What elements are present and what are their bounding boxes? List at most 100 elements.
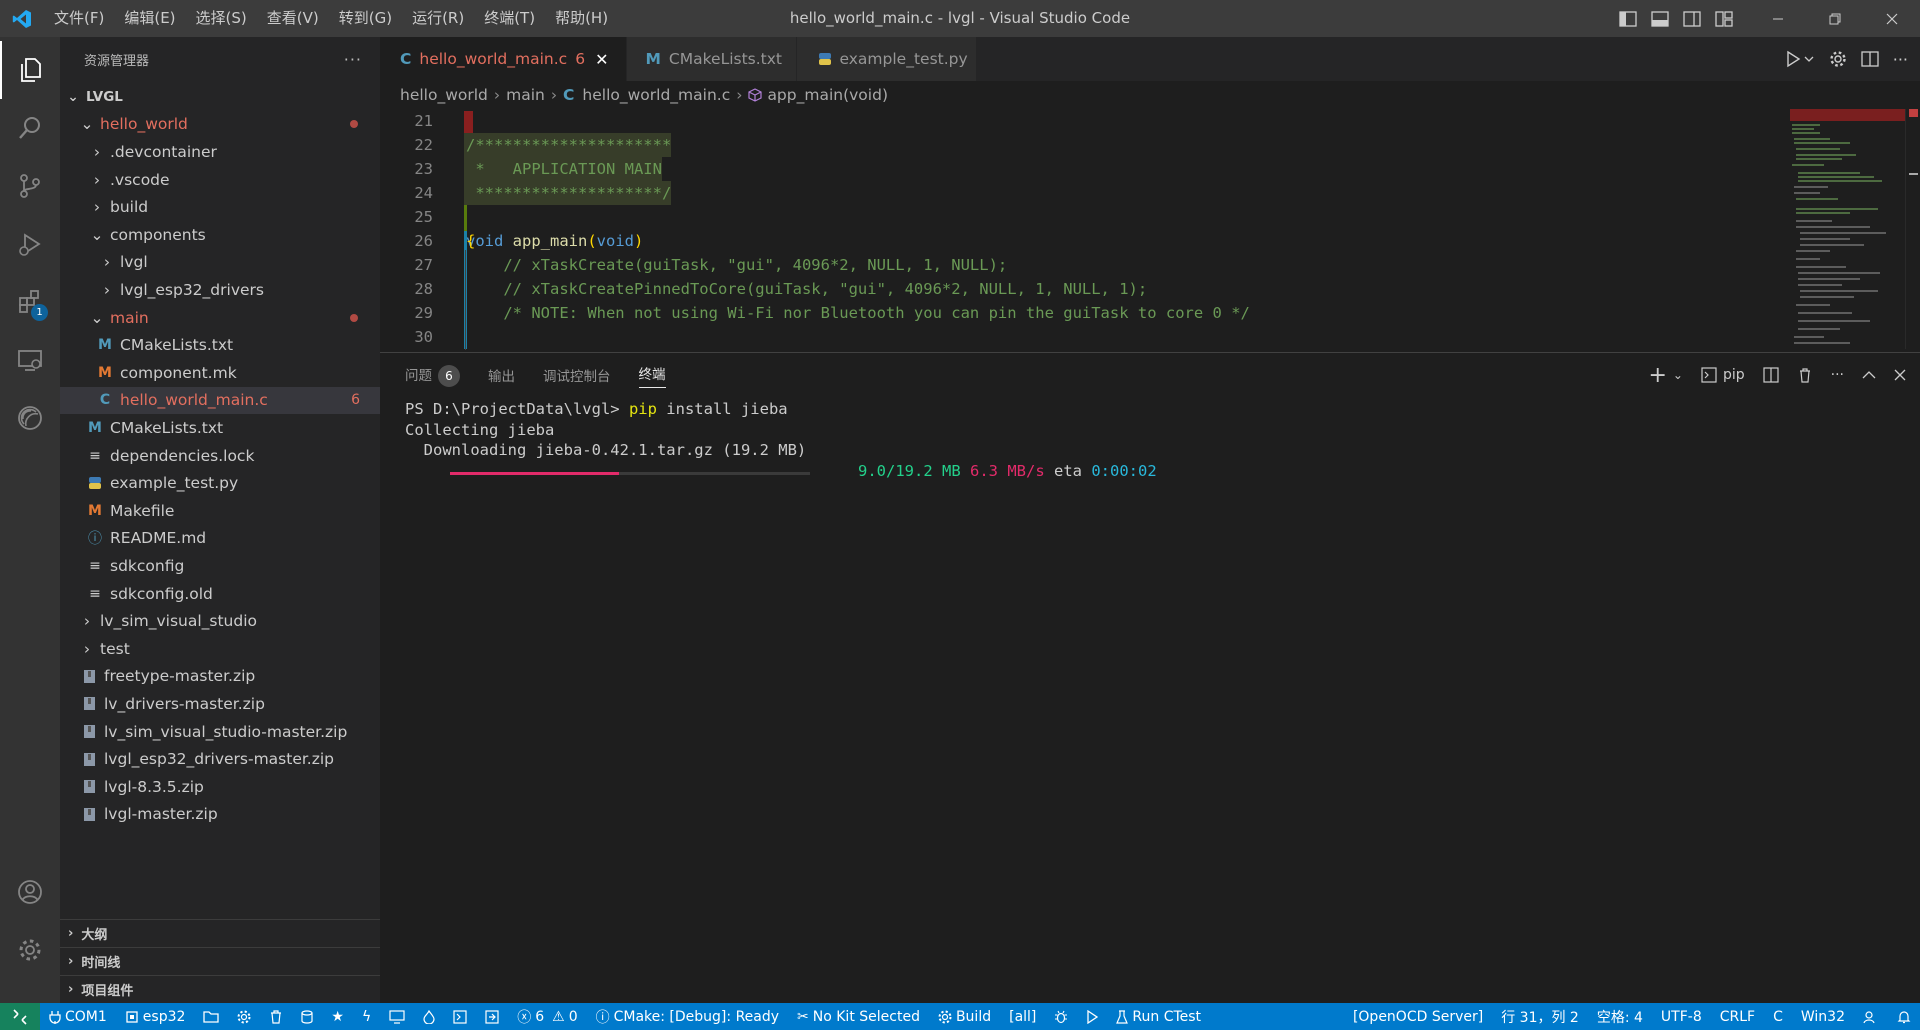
espressif-icon[interactable] — [0, 389, 60, 447]
tree-file-sdkconfig-old[interactable]: ≡ sdkconfig.old — [60, 580, 380, 608]
database-icon[interactable] — [292, 1003, 322, 1030]
explorer-icon[interactable] — [0, 41, 60, 99]
tab-output[interactable]: 输出 — [488, 365, 515, 385]
extensions-icon[interactable]: 1 — [0, 273, 60, 331]
serial-port-item[interactable]: COM1 — [40, 1003, 116, 1030]
cursor-position-item[interactable]: 行 31，列 2 — [1492, 1003, 1588, 1030]
cmake-build-item[interactable]: Build — [929, 1003, 1000, 1030]
encoding-item[interactable]: UTF-8 — [1652, 1003, 1711, 1030]
more-actions-icon[interactable]: ··· — [1831, 367, 1844, 383]
full-clean-trash-icon[interactable] — [260, 1003, 292, 1030]
tab-problems[interactable]: 问题 6 — [405, 364, 460, 387]
timeline-panel-header[interactable]: › 时间线 — [60, 947, 380, 975]
toggle-secondary-sidebar-icon[interactable] — [1681, 8, 1703, 30]
tree-folder-components[interactable]: ⌄ components — [60, 221, 380, 249]
restore-window-icon[interactable] — [1806, 0, 1863, 37]
tree-file-component-mk[interactable]: M component.mk — [60, 359, 380, 387]
breadcrumb-file[interactable]: hello_world_main.c — [582, 86, 730, 104]
explorer-more-actions-icon[interactable]: ··· — [344, 50, 362, 69]
feedback-icon[interactable] — [1854, 1003, 1888, 1030]
tree-folder-vscode[interactable]: › .vscode — [60, 166, 380, 194]
platform-item[interactable]: Win32 — [1792, 1003, 1854, 1030]
tree-folder-lvgl[interactable]: › lvgl — [60, 249, 380, 277]
run-debug-dropdown-icon[interactable] — [1785, 50, 1815, 68]
code-editor[interactable]: 21 22 /********************* 23 * APPLICA… — [380, 109, 1790, 349]
tree-file-cmakelists-main[interactable]: M CMakeLists.txt — [60, 331, 380, 359]
menu-help[interactable]: 帮助(H) — [545, 0, 618, 37]
source-control-icon[interactable] — [0, 157, 60, 215]
minimap[interactable] — [1790, 109, 1905, 349]
remote-explorer-icon[interactable] — [0, 331, 60, 389]
breadcrumb-symbol[interactable]: app_main(void) — [767, 86, 888, 104]
build-flash-monitor-icon[interactable] — [476, 1003, 508, 1030]
more-actions-icon[interactable]: ··· — [1893, 50, 1908, 69]
monitor-icon[interactable] — [380, 1003, 414, 1030]
manage-gear-icon[interactable] — [0, 921, 60, 979]
cmake-target-item[interactable]: [all] — [1000, 1003, 1045, 1030]
close-icon[interactable]: ✕ — [595, 50, 608, 69]
toggle-panel-icon[interactable] — [1649, 8, 1671, 30]
cmake-status-item[interactable]: ⓘ CMake: [Debug]: Ready — [587, 1003, 788, 1030]
terminal-output[interactable]: PS D:\ProjectData\lvgl> pip install jieb… — [405, 399, 1157, 481]
menu-view[interactable]: 查看(V) — [257, 0, 329, 37]
cmake-debug-bug-icon[interactable] — [1045, 1003, 1077, 1030]
cmake-kit-item[interactable]: ✂ No Kit Selected — [788, 1003, 929, 1030]
close-window-icon[interactable] — [1863, 0, 1920, 37]
menu-terminal[interactable]: 终端(T) — [474, 0, 545, 37]
accounts-icon[interactable] — [0, 863, 60, 921]
folder-icon[interactable] — [194, 1003, 228, 1030]
search-icon[interactable] — [0, 99, 60, 157]
minimize-window-icon[interactable] — [1749, 0, 1806, 37]
new-terminal-icon[interactable]: + — [1648, 363, 1666, 388]
breadcrumb-folder[interactable]: hello_world — [400, 86, 488, 104]
tree-folder-build[interactable]: › build — [60, 193, 380, 221]
project-components-panel-header[interactable]: › 项目组件 — [60, 975, 380, 1003]
flash-icon[interactable]: ϟ — [353, 1003, 380, 1030]
menu-run[interactable]: 运行(R) — [402, 0, 474, 37]
tree-folder-lvgl-esp32-drivers[interactable]: › lvgl_esp32_drivers — [60, 276, 380, 304]
breadcrumb-folder[interactable]: main — [506, 86, 545, 104]
tree-folder-main[interactable]: ⌄ main — [60, 304, 380, 332]
toggle-primary-sidebar-icon[interactable] — [1617, 8, 1639, 30]
menu-go[interactable]: 转到(G) — [329, 0, 402, 37]
sdkconfig-gear-icon[interactable] — [228, 1003, 260, 1030]
run-debug-icon[interactable] — [0, 215, 60, 273]
chevron-down-icon[interactable]: ⌄ — [1673, 368, 1683, 382]
flame-icon[interactable] — [414, 1003, 444, 1030]
tree-file-readme[interactable]: ⓘ README.md — [60, 525, 380, 553]
menu-edit[interactable]: 编辑(E) — [114, 0, 185, 37]
tree-file-example-test-py[interactable]: example_test.py — [60, 469, 380, 497]
terminal-profile[interactable]: pip — [1701, 367, 1745, 383]
tab-cmakelists[interactable]: M CMakeLists.txt — [627, 37, 798, 81]
notifications-bell-icon[interactable] — [1888, 1003, 1920, 1030]
tree-file-freetype-zip[interactable]: freetype-master.zip — [60, 663, 380, 691]
openocd-server-item[interactable]: [OpenOCD Server] — [1344, 1003, 1492, 1030]
tab-debug-console[interactable]: 调试控制台 — [543, 365, 611, 385]
outline-panel-header[interactable]: › 大纲 — [60, 919, 380, 947]
menu-selection[interactable]: 选择(S) — [186, 0, 257, 37]
tree-folder-test[interactable]: › test — [60, 635, 380, 663]
menu-file[interactable]: 文件(F) — [44, 0, 114, 37]
maximize-panel-icon[interactable] — [1862, 370, 1876, 380]
trash-icon[interactable] — [1797, 367, 1813, 383]
customize-layout-icon[interactable] — [1713, 8, 1735, 30]
split-terminal-icon[interactable] — [1763, 367, 1779, 383]
indentation-item[interactable]: 空格: 4 — [1588, 1003, 1652, 1030]
tree-file-lv-sim-visual-studio-zip[interactable]: lv_sim_visual_studio-master.zip — [60, 718, 380, 746]
split-editor-icon[interactable] — [1861, 51, 1879, 67]
tree-file-cmakelists-root[interactable]: M CMakeLists.txt — [60, 414, 380, 442]
tree-file-makefile[interactable]: M Makefile — [60, 497, 380, 525]
tree-file-sdkconfig[interactable]: ≡ sdkconfig — [60, 552, 380, 580]
tree-file-lv-drivers-zip[interactable]: lv_drivers-master.zip — [60, 690, 380, 718]
tree-file-hello-world-main-c[interactable]: C hello_world_main.c 6 — [60, 386, 380, 415]
idf-target-item[interactable]: esp32 — [116, 1003, 195, 1030]
eol-item[interactable]: CRLF — [1711, 1003, 1764, 1030]
problems-item[interactable]: ⓧ 6 ⚠ 0 — [508, 1003, 586, 1030]
remote-indicator-icon[interactable] — [0, 1003, 40, 1030]
tree-folder-devcontainer[interactable]: › .devcontainer — [60, 138, 380, 166]
editor-scrollbar[interactable] — [1905, 109, 1920, 349]
tree-file-lvgl-master-zip[interactable]: lvgl-master.zip — [60, 801, 380, 829]
tree-folder-lv-sim-visual-studio[interactable]: › lv_sim_visual_studio — [60, 607, 380, 635]
language-mode-item[interactable]: C — [1764, 1003, 1792, 1030]
tab-hello-world-main-c[interactable]: C hello_world_main.c 6 ✕ — [380, 37, 628, 81]
